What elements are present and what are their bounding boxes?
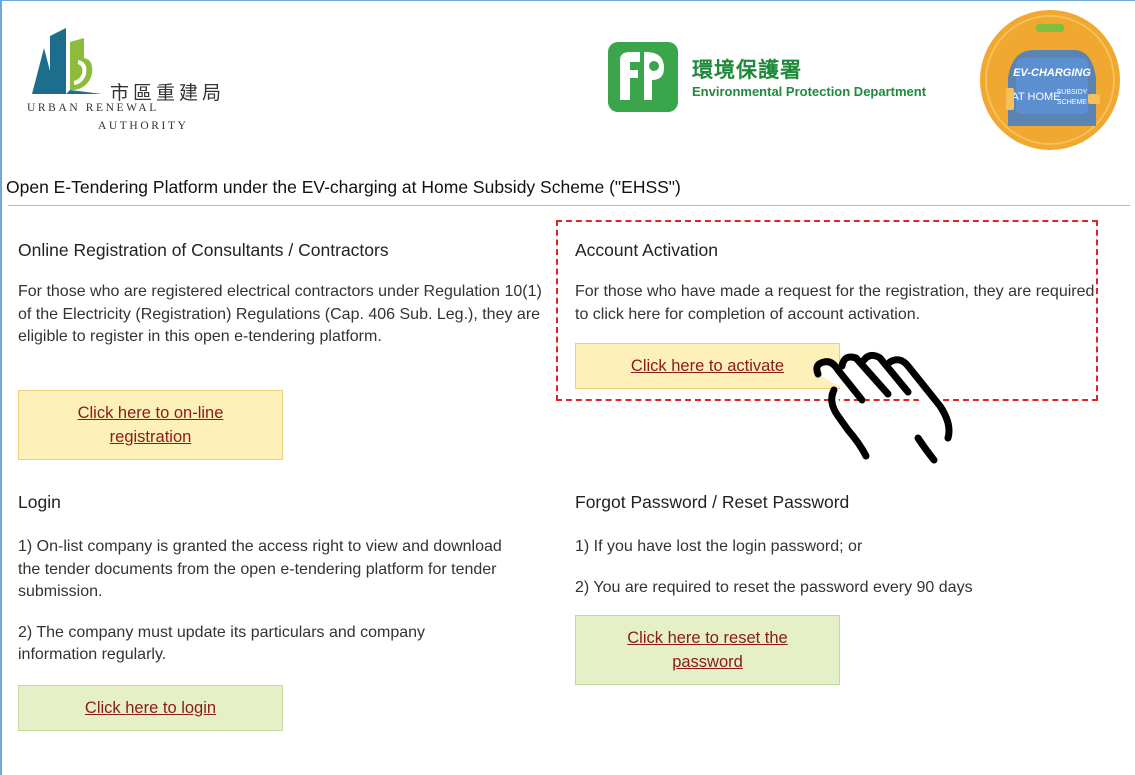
epd-logo-icon — [608, 42, 678, 112]
badge-line1: EV-CHARGING — [1013, 67, 1091, 79]
ura-logo: 市區重建局 URBAN RENEWAL AUTHORITY — [26, 28, 226, 138]
badge-line4: SCHEME — [1057, 99, 1087, 106]
activate-button[interactable]: Click here to activate — [575, 343, 840, 389]
activation-section: Account Activation For those who have ma… — [575, 240, 1095, 326]
reset-section: Forgot Password / Reset Password 1) If y… — [575, 492, 1095, 599]
header: 市區重建局 URBAN RENEWAL AUTHORITY 環境保護署 Envi… — [0, 0, 1135, 160]
badge-line2: AT HOME — [1011, 91, 1060, 103]
registration-title: Online Registration of Consultants / Con… — [18, 240, 389, 260]
login-title: Login — [18, 492, 61, 512]
epd-logo: 環境保護署 Environmental Protection Departmen… — [606, 40, 966, 120]
epd-name-zh: 環境保護署 — [692, 58, 802, 82]
activation-text: For those who have made a request for th… — [575, 283, 1095, 323]
reset-title: Forgot Password / Reset Password — [575, 492, 850, 512]
badge-line3: SUBSIDY — [1057, 89, 1088, 96]
register-button-line2: registration — [109, 428, 192, 446]
reset-password-button[interactable]: Click here to reset the password — [575, 615, 840, 685]
reset-button-line1: Click here to reset the — [627, 629, 788, 647]
login-button[interactable]: Click here to login — [18, 685, 283, 731]
registration-section: Online Registration of Consultants / Con… — [18, 240, 558, 349]
ehss-badge-icon: EV-CHARGING AT HOME SUBSIDY SCHEME — [980, 10, 1120, 150]
pointing-hand-icon — [813, 351, 953, 464]
epd-name-en: Environmental Protection Department — [692, 84, 927, 99]
registration-text: For those who are registered electrical … — [18, 283, 542, 345]
login-section: Login 1) On-list company is granted the … — [18, 492, 538, 667]
ura-name-zh: 市區重建局 — [110, 82, 226, 104]
ura-name-en-line1: URBAN RENEWAL — [27, 102, 159, 114]
login-text-2: 2) The company must update its particula… — [18, 623, 426, 664]
platform-title: Open E-Tendering Platform under the EV-c… — [6, 177, 681, 197]
divider — [8, 205, 1130, 206]
activation-title: Account Activation — [575, 240, 718, 260]
register-button-line1: Click here to on-line — [77, 404, 224, 422]
register-button[interactable]: Click here to on-line registration — [18, 390, 283, 460]
ura-logo-icon — [32, 28, 102, 94]
reset-text-1: 1) If you have lost the login password; … — [575, 538, 863, 555]
reset-text-2: 2) You are required to reset the passwor… — [575, 578, 973, 596]
login-text-1: 1) On-list company is granted the access… — [18, 538, 502, 600]
reset-button-line2: password — [672, 653, 743, 671]
ura-name-en-line2: AUTHORITY — [98, 120, 189, 132]
